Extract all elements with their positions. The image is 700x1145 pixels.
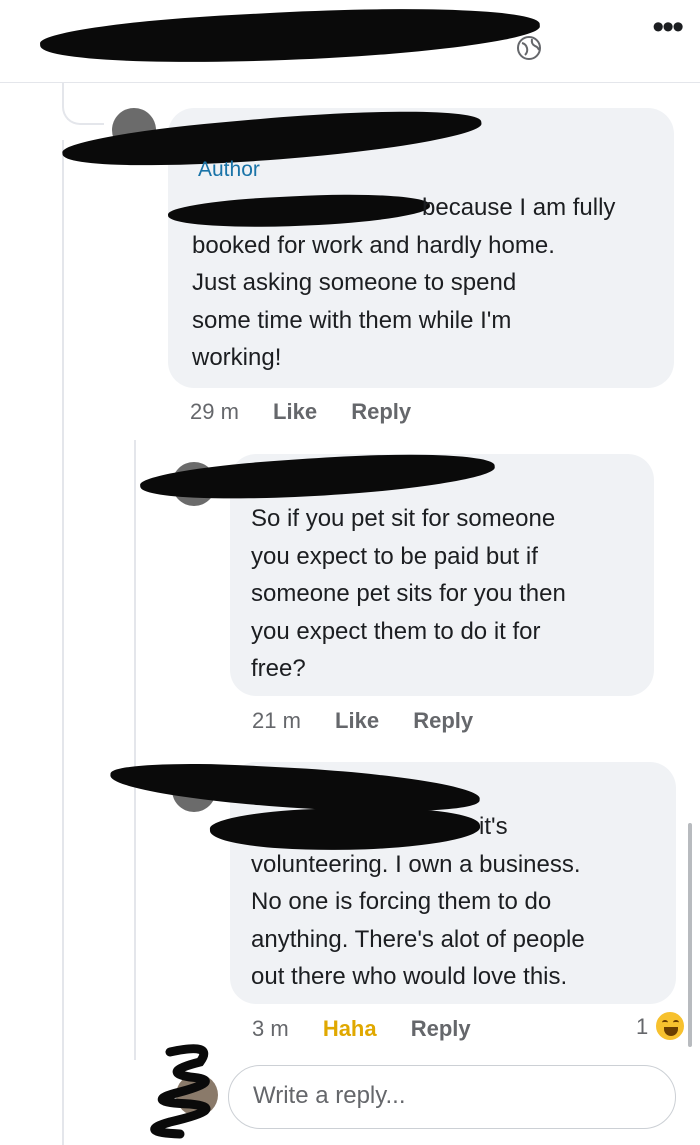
comment-actions: 21 m Like Reply bbox=[252, 708, 473, 734]
author-badge: Author bbox=[198, 158, 260, 181]
comment-text: because I am fully booked for work and h… bbox=[192, 194, 616, 371]
post-header: ••• bbox=[0, 0, 700, 83]
scrollbar[interactable] bbox=[688, 823, 692, 1047]
like-button[interactable]: Like bbox=[335, 708, 379, 733]
reaction-count[interactable]: 1 bbox=[636, 1014, 648, 1040]
comment-time: 3 m bbox=[252, 1016, 289, 1041]
reply-button[interactable]: Reply bbox=[411, 1016, 471, 1041]
comment-actions: 3 m Haha Reply bbox=[252, 1016, 471, 1042]
like-button[interactable]: Like bbox=[273, 399, 317, 424]
reply-composer[interactable] bbox=[228, 1065, 676, 1129]
comment-text: So if you pet sit for someone you expect… bbox=[251, 505, 566, 682]
reply-button[interactable]: Reply bbox=[413, 708, 473, 733]
thread-line bbox=[134, 440, 136, 1060]
redacted-name bbox=[39, 0, 541, 74]
comment-actions: 29 m Like Reply bbox=[190, 399, 411, 425]
comment-time: 29 m bbox=[190, 399, 239, 424]
thread-line bbox=[62, 140, 64, 1145]
more-horizontal-icon[interactable]: ••• bbox=[652, 10, 684, 44]
comment-text: it's volunteering. I own a business. No … bbox=[251, 813, 585, 990]
thread-line bbox=[62, 83, 104, 125]
haha-emoji-icon[interactable] bbox=[654, 1010, 686, 1042]
comment-time: 21 m bbox=[252, 708, 301, 733]
globe-icon bbox=[517, 36, 541, 60]
reply-input[interactable] bbox=[251, 1081, 655, 1111]
haha-reaction-button[interactable]: Haha bbox=[323, 1016, 377, 1041]
reply-button[interactable]: Reply bbox=[351, 399, 411, 424]
redacted-scribble bbox=[150, 1044, 211, 1139]
